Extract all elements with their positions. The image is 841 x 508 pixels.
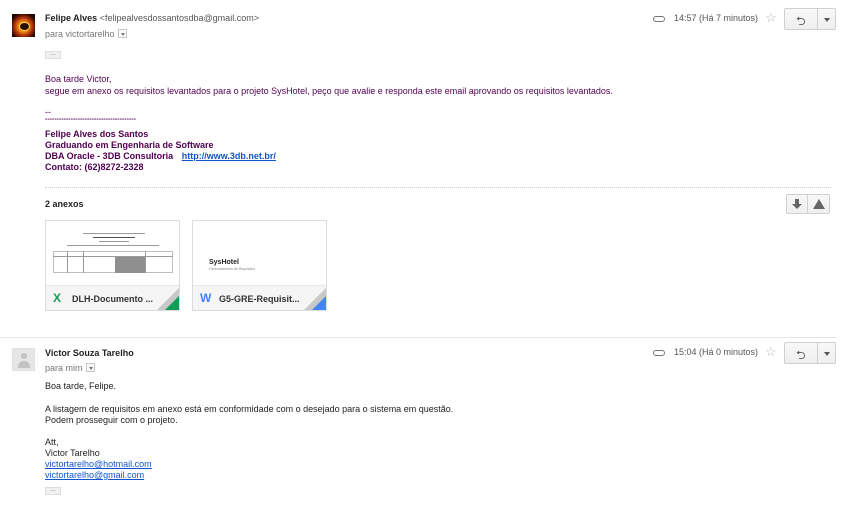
show-trimmed-content[interactable]: ... <box>45 50 61 59</box>
paperclip-icon <box>653 16 665 22</box>
signature-contact: Contato: (62)8272-2328 <box>45 162 144 172</box>
attachment-thumbnail[interactable]: SysHotel Gerenciamento de Requisitos <box>193 221 326 285</box>
attachment-name: DLH-Documento ... <box>72 294 153 304</box>
signature-url-link[interactable]: http://www.3db.net.br/ <box>182 151 276 161</box>
more-options-button[interactable] <box>818 342 836 364</box>
word-file-icon: W <box>200 291 212 305</box>
reply-button-group: ⮌ <box>784 8 836 30</box>
recipient-line: para victortarelho <box>45 29 127 39</box>
download-all-button[interactable] <box>786 194 808 214</box>
signature-name: Felipe Alves dos Santos <box>45 129 149 139</box>
drive-icon <box>813 199 825 209</box>
recipient-line: para mim <box>45 363 95 373</box>
document-preview-title: SysHotel <box>209 259 239 266</box>
signature-company-line: DBA Oracle - 3DB Consultoria http://www.… <box>45 151 276 161</box>
body-signature-name: Victor Tarelho <box>45 448 100 458</box>
sender-line: Victor Souza Tarelho <box>45 348 134 358</box>
show-details-icon[interactable] <box>117 29 127 38</box>
email-link-gmail[interactable]: victortarelho@gmail.com <box>45 470 144 480</box>
sender-avatar[interactable] <box>12 348 35 371</box>
body-greeting: Boa tarde, Felipe. <box>45 381 117 391</box>
attachment-thumbnail[interactable] <box>46 221 179 285</box>
sender-name[interactable]: Victor Souza Tarelho <box>45 348 134 358</box>
reply-icon: ⮌ <box>796 14 806 28</box>
star-icon[interactable]: ☆ <box>765 11 777 24</box>
sender-avatar[interactable] <box>12 14 35 37</box>
sender-name[interactable]: Felipe Alves <box>45 13 97 23</box>
paperclip-icon <box>653 350 665 356</box>
body-text-1: A listagem de requisitos em anexo está e… <box>45 404 454 414</box>
attachment-name: G5-GRE-Requisit... <box>219 294 300 304</box>
recipient-text: para victortarelho <box>45 29 115 39</box>
email-link-hotmail[interactable]: victortarelho@hotmail.com <box>45 459 152 469</box>
reply-icon: ⮌ <box>796 348 806 362</box>
document-preview-subtitle: Gerenciamento de Requisitos <box>209 267 256 271</box>
more-options-button[interactable] <box>818 8 836 30</box>
attachments-divider <box>45 187 831 188</box>
body-closing: Att, <box>45 437 59 447</box>
excel-file-icon: X <box>53 291 62 305</box>
signature-company: DBA Oracle - 3DB Consultoria <box>45 151 174 161</box>
card-type-corner <box>312 296 326 310</box>
signature-rule: --------------------------------------- <box>45 116 136 123</box>
reply-button[interactable]: ⮌ <box>784 342 818 364</box>
card-type-corner <box>165 296 179 310</box>
sender-email: <felipealvesdossantosdba@gmail.com> <box>99 13 259 23</box>
message-divider <box>0 337 836 338</box>
show-details-icon[interactable] <box>85 363 95 372</box>
save-to-drive-button[interactable] <box>808 194 830 214</box>
show-trimmed-content[interactable]: ... <box>45 486 61 495</box>
attachments-title: 2 anexos <box>45 199 84 209</box>
spreadsheet-preview <box>53 229 173 277</box>
message-time[interactable]: 15:04 (Há 0 minutos) <box>674 347 758 357</box>
body-text-2: Podem prosseguir com o projeto. <box>45 415 178 425</box>
signature-course: Graduando em Engenharia de Software <box>45 140 214 150</box>
reply-button-group: ⮌ <box>784 342 836 364</box>
star-icon[interactable]: ☆ <box>765 345 777 358</box>
message-time[interactable]: 14:57 (Há 7 minutos) <box>674 13 758 23</box>
recipient-text: para mim <box>45 363 83 373</box>
attachment-card-excel[interactable]: X DLH-Documento ... <box>45 220 180 311</box>
body-text: segue em anexo os requisitos levantados … <box>45 86 613 96</box>
sender-line: Felipe Alves <felipealvesdossantosdba@gm… <box>45 13 259 23</box>
download-icon <box>792 199 802 209</box>
body-greeting: Boa tarde Victor, <box>45 74 112 84</box>
attachment-card-word[interactable]: SysHotel Gerenciamento de Requisitos W G… <box>192 220 327 311</box>
reply-button[interactable]: ⮌ <box>784 8 818 30</box>
